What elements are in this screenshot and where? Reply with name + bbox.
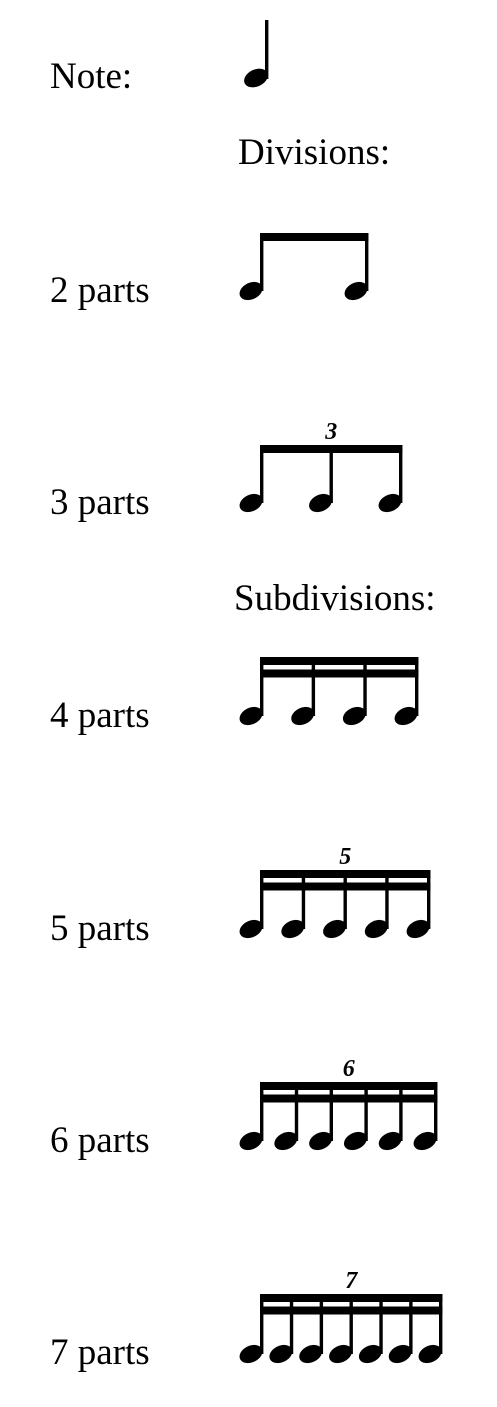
note-stem bbox=[409, 1294, 413, 1354]
beam bbox=[260, 1094, 438, 1103]
note-stem bbox=[434, 1082, 438, 1141]
note-stem bbox=[260, 445, 264, 503]
quarter-note-stem bbox=[265, 20, 269, 79]
note-stem bbox=[399, 445, 403, 503]
note-stem bbox=[260, 1082, 264, 1141]
note-group-5: 5 bbox=[239, 844, 431, 939]
note-group-3: 3 bbox=[239, 419, 403, 513]
note-stem bbox=[349, 1294, 353, 1354]
note-stem bbox=[439, 1294, 443, 1354]
note-stem bbox=[415, 657, 419, 716]
beam bbox=[260, 882, 431, 891]
beam bbox=[260, 1306, 443, 1315]
rhythm-notation: 3 5 6 7 bbox=[239, 20, 443, 1364]
note-stem bbox=[385, 870, 389, 929]
note-stem bbox=[311, 657, 316, 716]
note-stem bbox=[329, 445, 333, 503]
beam bbox=[260, 870, 431, 878]
note-stem bbox=[343, 870, 347, 929]
beam bbox=[260, 669, 419, 678]
note-stem bbox=[289, 1294, 294, 1354]
note-stem bbox=[363, 657, 367, 716]
note-stem bbox=[399, 1082, 403, 1141]
note-stem bbox=[379, 1294, 383, 1354]
note-group-7: 7 bbox=[239, 1268, 443, 1364]
note-group-4 bbox=[239, 657, 419, 726]
note-group-2 bbox=[239, 233, 369, 301]
note-stem bbox=[427, 870, 431, 929]
tuplet-number: 5 bbox=[339, 844, 351, 870]
tuplet-number: 6 bbox=[343, 1056, 355, 1082]
tuplet-number: 7 bbox=[345, 1268, 358, 1294]
note-stem bbox=[260, 233, 264, 291]
note-stem bbox=[260, 1294, 264, 1354]
beam bbox=[260, 657, 419, 665]
beam bbox=[260, 445, 403, 453]
note-group-6: 6 bbox=[239, 1056, 438, 1151]
note-stem bbox=[329, 1082, 333, 1141]
quarter-note bbox=[244, 20, 269, 88]
note-stem bbox=[365, 233, 369, 291]
beam bbox=[260, 233, 369, 241]
note-stem bbox=[301, 870, 306, 929]
note-stem bbox=[364, 1082, 368, 1141]
note-stem bbox=[260, 657, 264, 716]
note-stem bbox=[260, 870, 264, 929]
beam bbox=[260, 1294, 443, 1302]
note-stem bbox=[294, 1082, 299, 1141]
beam bbox=[260, 1082, 438, 1090]
note-stem bbox=[319, 1294, 324, 1354]
tuplet-number: 3 bbox=[324, 419, 337, 445]
